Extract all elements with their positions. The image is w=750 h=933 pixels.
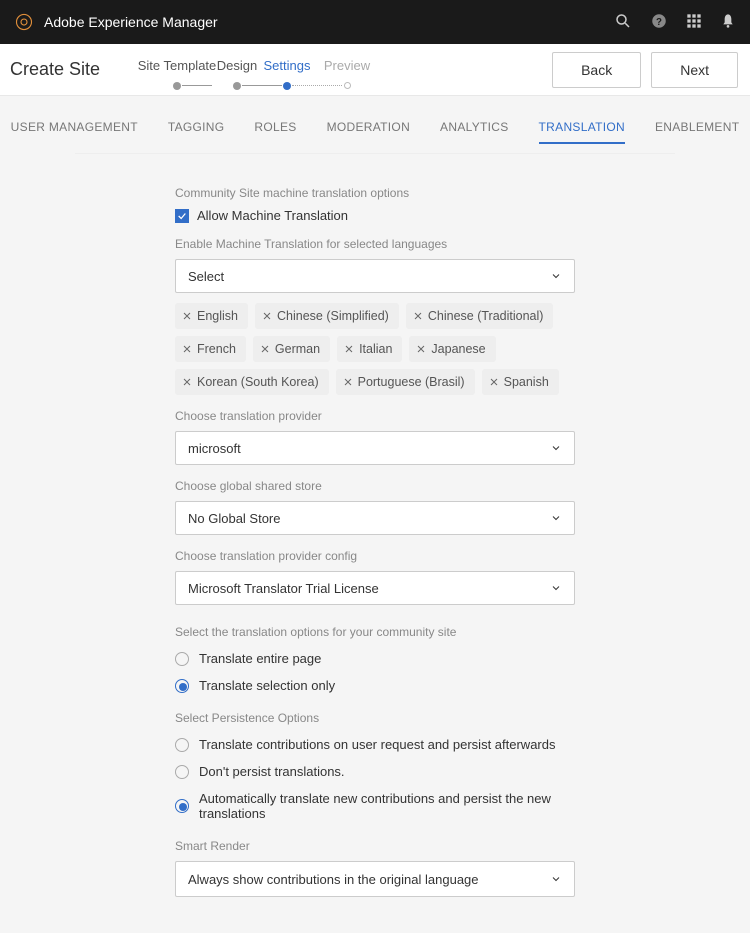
- bell-icon[interactable]: [720, 12, 736, 33]
- chip-label: Spanish: [504, 375, 549, 389]
- close-icon: [488, 376, 500, 388]
- languages-select[interactable]: Select: [175, 259, 575, 293]
- wizard-bar: Create Site Site Template Design Setting…: [0, 44, 750, 96]
- tab-enablement[interactable]: ENABLEMENT: [655, 120, 739, 144]
- radio-checked-icon: [175, 799, 189, 813]
- language-chip[interactable]: Korean (South Korea): [175, 369, 329, 395]
- language-chip[interactable]: German: [253, 336, 330, 362]
- app-title: Adobe Experience Manager: [44, 14, 614, 30]
- chip-label: French: [197, 342, 236, 356]
- radio-persist-2[interactable]: Don't persist translations.: [175, 764, 575, 779]
- top-icons: ?: [614, 12, 736, 33]
- tab-user-management[interactable]: USER MANAGEMENT: [11, 120, 138, 144]
- content: USER MANAGEMENT TAGGING ROLES MODERATION…: [0, 96, 750, 933]
- close-icon: [181, 310, 193, 322]
- store-label: Choose global shared store: [175, 479, 575, 493]
- chevron-down-icon: [550, 873, 562, 885]
- tab-tagging[interactable]: TAGGING: [168, 120, 225, 144]
- allow-mt-checkbox[interactable]: Allow Machine Translation: [175, 208, 575, 223]
- language-chips: English Chinese (Simplified) Chinese (Trad…: [175, 303, 575, 395]
- radio-persist-3[interactable]: Automatically translate new contribution…: [175, 791, 575, 821]
- back-button[interactable]: Back: [552, 52, 641, 88]
- close-icon: [181, 376, 193, 388]
- settings-tabs: USER MANAGEMENT TAGGING ROLES MODERATION…: [0, 96, 750, 154]
- close-icon: [343, 343, 355, 355]
- language-chip[interactable]: Italian: [337, 336, 402, 362]
- allow-mt-label: Allow Machine Translation: [197, 208, 348, 223]
- language-chip[interactable]: Chinese (Traditional): [406, 303, 554, 329]
- enable-languages-label: Enable Machine Translation for selected …: [175, 237, 575, 251]
- provider-select[interactable]: microsoft: [175, 431, 575, 465]
- close-icon: [259, 343, 271, 355]
- radio-persist-1[interactable]: Translate contributions on user request …: [175, 737, 575, 752]
- chevron-down-icon: [550, 270, 562, 282]
- search-icon[interactable]: [614, 12, 632, 33]
- persistence-label: Select Persistence Options: [175, 711, 575, 725]
- tab-translation[interactable]: TRANSLATION: [539, 120, 625, 144]
- chip-label: Italian: [359, 342, 392, 356]
- apps-icon[interactable]: [686, 13, 702, 32]
- aem-logo-icon: [14, 12, 34, 32]
- store-select[interactable]: No Global Store: [175, 501, 575, 535]
- tab-moderation[interactable]: MODERATION: [327, 120, 410, 144]
- svg-text:?: ?: [656, 16, 662, 27]
- wizard-steps: Site Template Design Settings Preview: [132, 50, 552, 90]
- top-bar: Adobe Experience Manager ?: [0, 0, 750, 44]
- radio-translate-selection[interactable]: Translate selection only: [175, 678, 575, 693]
- close-icon: [342, 376, 354, 388]
- checkbox-checked-icon: [175, 209, 189, 223]
- radio-icon: [175, 738, 189, 752]
- close-icon: [415, 343, 427, 355]
- language-chip[interactable]: Spanish: [482, 369, 559, 395]
- config-label: Choose translation provider config: [175, 549, 575, 563]
- tab-analytics[interactable]: ANALYTICS: [440, 120, 509, 144]
- translate-options-label: Select the translation options for your …: [175, 625, 575, 639]
- chevron-down-icon: [550, 582, 562, 594]
- radio-checked-icon: [175, 679, 189, 693]
- radio-translate-entire[interactable]: Translate entire page: [175, 651, 575, 666]
- chip-label: Portuguese (Brasil): [358, 375, 465, 389]
- config-select[interactable]: Microsoft Translator Trial License: [175, 571, 575, 605]
- options-heading: Community Site machine translation optio…: [175, 186, 575, 200]
- chip-label: Korean (South Korea): [197, 375, 319, 389]
- radio-icon: [175, 765, 189, 779]
- tab-roles[interactable]: ROLES: [254, 120, 296, 144]
- chip-label: Japanese: [431, 342, 485, 356]
- provider-label: Choose translation provider: [175, 409, 575, 423]
- chip-label: German: [275, 342, 320, 356]
- radio-icon: [175, 652, 189, 666]
- translation-form: Community Site machine translation optio…: [0, 154, 750, 897]
- next-button[interactable]: Next: [651, 52, 738, 88]
- wizard-title: Create Site: [8, 59, 132, 80]
- chevron-down-icon: [550, 512, 562, 524]
- language-chip[interactable]: Japanese: [409, 336, 495, 362]
- step-preview[interactable]: Preview: [302, 58, 392, 89]
- chip-label: Chinese (Traditional): [428, 309, 544, 323]
- smart-render-select[interactable]: Always show contributions in the origina…: [175, 861, 575, 897]
- close-icon: [412, 310, 424, 322]
- help-icon[interactable]: ?: [650, 12, 668, 33]
- language-chip[interactable]: English: [175, 303, 248, 329]
- language-chip[interactable]: Portuguese (Brasil): [336, 369, 475, 395]
- language-chip[interactable]: Chinese (Simplified): [255, 303, 399, 329]
- language-chip[interactable]: French: [175, 336, 246, 362]
- close-icon: [261, 310, 273, 322]
- close-icon: [181, 343, 193, 355]
- chip-label: Chinese (Simplified): [277, 309, 389, 323]
- smart-render-label: Smart Render: [175, 839, 575, 853]
- chevron-down-icon: [550, 442, 562, 454]
- chip-label: English: [197, 309, 238, 323]
